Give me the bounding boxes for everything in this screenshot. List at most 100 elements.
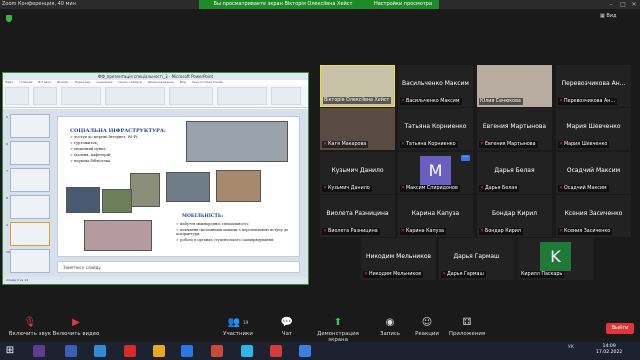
ribbon-tab[interactable]: Вставка: [36, 80, 51, 85]
slide-bullet: ➢ доступ до мережі Інтернет, Wi-Fi;: [70, 135, 139, 139]
taskbar-app-icon[interactable]: [299, 345, 311, 357]
apps-icon: ⚃: [462, 317, 472, 328]
slide-notes[interactable]: Заметки к слайду: [57, 261, 300, 273]
participant-label-text: Вікторія Олексіївна Хейст: [324, 98, 390, 103]
ribbon-group[interactable]: [5, 87, 29, 105]
view-button[interactable]: ▦ Вид: [600, 13, 616, 19]
slide-thumbnail-selected[interactable]: 9: [6, 222, 50, 246]
apps-label: Приложения: [448, 331, 486, 337]
slide-bullet-text: робота в органах студентського самовряду…: [180, 238, 275, 242]
start-video-button[interactable]: ▶ Включить видео: [46, 317, 106, 337]
view-options-button[interactable]: Настройки просмотра: [367, 0, 439, 9]
participant-tile[interactable]: Кузьмич Данило ✕Кузьмич Данило: [320, 152, 395, 194]
ribbon-tab[interactable]: Показ слайдов: [116, 80, 141, 85]
participant-tile[interactable]: K Кирилл Паскарь: [518, 238, 593, 280]
participant-label: ✕Катя Макарова: [322, 141, 369, 148]
participant-tile[interactable]: Васильченко Максим ✕Васильченко Максим: [398, 65, 473, 107]
ribbon-tab[interactable]: Файл: [3, 80, 13, 85]
slide-bullet-text: доступ до мережі Інтернет, Wi-Fi;: [74, 135, 139, 139]
participant-label-text: Ксения Засиченко: [564, 229, 611, 234]
slide-bullet-text: навчання іноземними мовами з перспективо…: [176, 228, 289, 236]
mic-muted-icon: ✕: [559, 142, 564, 147]
participant-label: ✕Бондар Кирил: [479, 228, 523, 235]
ribbon-tab[interactable]: Save Acrobat Create: [190, 80, 223, 85]
shared-screen[interactable]: ФФ_презентація спеціальності_3 - Microso…: [2, 72, 309, 285]
ribbon-group[interactable]: [217, 87, 267, 105]
current-slide[interactable]: СОЦІАЛЬНА ІНФРАСТРУКТУРА: ➢ доступ до ме…: [57, 116, 300, 257]
participant-tile[interactable]: Татьяна Корниенко ✕Татьяна Корниенко: [398, 108, 473, 150]
taskbar-app-icon[interactable]: [94, 345, 106, 357]
language-indicator[interactable]: УК: [568, 345, 574, 350]
participant-label: Вікторія Олексіївна Хейст: [323, 97, 392, 104]
participant-tile[interactable]: Евгения Мартынова ✕Евгения Мартынова: [477, 108, 552, 150]
participant-tile[interactable]: Никодим Мельников ✕Никодим Мельников: [361, 238, 436, 280]
windows-start-icon[interactable]: ⊞: [4, 345, 16, 357]
ribbon-tab[interactable]: Переходы: [73, 80, 91, 85]
slide-bullet: ➢ набуття міжнародної спеціальності;: [176, 222, 249, 226]
sharing-banner: Вы просматриваете экран Вікторія Олексії…: [199, 0, 367, 9]
participant-tile[interactable]: Виолета Разницина ✕Виолета Разницина: [320, 195, 395, 237]
mic-muted-icon: ✕: [323, 142, 328, 147]
participant-tile[interactable]: ✕Катя Макарова: [320, 108, 395, 150]
system-clock[interactable]: 14:09 17.02.2022: [596, 344, 622, 356]
participant-label: ✕Евгения Мартынова: [479, 141, 538, 148]
ribbon-group[interactable]: [61, 87, 101, 105]
more-options-icon[interactable]: ···: [461, 155, 470, 161]
participant-label-text: Никодим Мельников: [369, 272, 422, 277]
ribbon-tab[interactable]: Анимация: [95, 80, 113, 85]
ribbon-group[interactable]: [105, 87, 165, 105]
ribbon-tab[interactable]: Рецензирование: [146, 80, 174, 85]
participant-name-center: Кузьмич Данило: [331, 167, 384, 174]
ribbon-tab[interactable]: Вид: [178, 80, 186, 85]
apps-button[interactable]: ⚃ Приложения: [437, 317, 497, 337]
slide-bullet-text: набуття міжнародної спеціальності;: [180, 222, 249, 226]
participant-tile[interactable]: Дарья Белая ✕Дарья Белая: [477, 152, 552, 194]
participant-avatar: K: [540, 242, 571, 271]
taskbar-app-icon[interactable]: [211, 345, 223, 357]
participant-label-text: Дарья Гармаш: [447, 272, 484, 277]
ribbon-group[interactable]: [271, 87, 301, 105]
participant-tile[interactable]: Бондар Кирил ✕Бондар Кирил: [477, 195, 552, 237]
security-shield-icon[interactable]: [6, 15, 12, 22]
taskbar-app-icon[interactable]: [181, 345, 193, 357]
participant-tile[interactable]: Карина Капуза ✕Карина Капуза: [398, 195, 473, 237]
taskbar-app-icon[interactable]: [270, 345, 282, 357]
leave-button[interactable]: Выйти: [606, 323, 634, 334]
participant-label-text: Васильченко Максим: [406, 99, 460, 104]
participant-tile[interactable]: M ✕Максим Спиридонов ···: [398, 152, 473, 194]
slide-bullet: ➢ робота в органах студентського самовря…: [176, 238, 275, 242]
taskbar-app-icon[interactable]: [33, 345, 45, 357]
powerpoint-title: ФФ_презентація спеціальності_3 - Microso…: [3, 73, 308, 80]
slide-thumbnail[interactable]: 7: [6, 168, 50, 192]
participant-name-center: Никодим Мельников: [365, 253, 432, 260]
ribbon-tab[interactable]: Дизайн: [55, 80, 69, 85]
minimize-icon[interactable]: –: [606, 0, 616, 9]
slide-thumbnail[interactable]: 8: [6, 195, 50, 219]
participant-tile[interactable]: Юлия Сенюкова: [477, 65, 552, 107]
participant-tile[interactable]: Мария Шевченко ✕Мария Шевченко: [556, 108, 631, 150]
close-icon[interactable]: ✕: [629, 0, 639, 9]
participant-label: ✕Карина Капуза: [400, 228, 446, 235]
taskbar-app-icon[interactable]: [241, 345, 253, 357]
taskbar-app-icon[interactable]: [153, 345, 165, 357]
ribbon-group[interactable]: [33, 87, 57, 105]
participant-tile[interactable]: Ксения Засиченко ✕Ксения Засиченко: [556, 195, 631, 237]
participant-tile[interactable]: Дарья Гармаш ✕Дарья Гармаш: [439, 238, 514, 280]
participant-name-center: Ксения Засиченко: [564, 210, 623, 217]
taskbar-app-icon[interactable]: [124, 345, 136, 357]
mic-muted-icon: ✕: [480, 186, 485, 191]
participant-tile[interactable]: Перевозчикова Ан... ✕Перевозчикова Ан...: [556, 65, 631, 107]
slide-photo: [166, 172, 210, 202]
participant-tile[interactable]: Вікторія Олексіївна Хейст: [320, 65, 395, 107]
participant-tile[interactable]: Осадчий Максим ✕Осадчий Максим: [556, 152, 631, 194]
participant-name-center: Татьяна Корниенко: [404, 123, 467, 130]
participant-label-text: Катя Макарова: [328, 142, 367, 147]
maximize-icon[interactable]: □: [618, 0, 628, 9]
slide-title: СОЦІАЛЬНА ІНФРАСТРУКТУРА:: [70, 128, 166, 134]
ribbon-tab[interactable]: Главная: [17, 80, 32, 85]
slide-thumbnail[interactable]: 10: [6, 249, 50, 273]
ribbon-group[interactable]: [169, 87, 213, 105]
taskbar-app-icon[interactable]: [65, 345, 77, 357]
slide-thumbnail[interactable]: 6: [6, 141, 50, 165]
slide-thumbnail[interactable]: 5: [6, 114, 50, 138]
